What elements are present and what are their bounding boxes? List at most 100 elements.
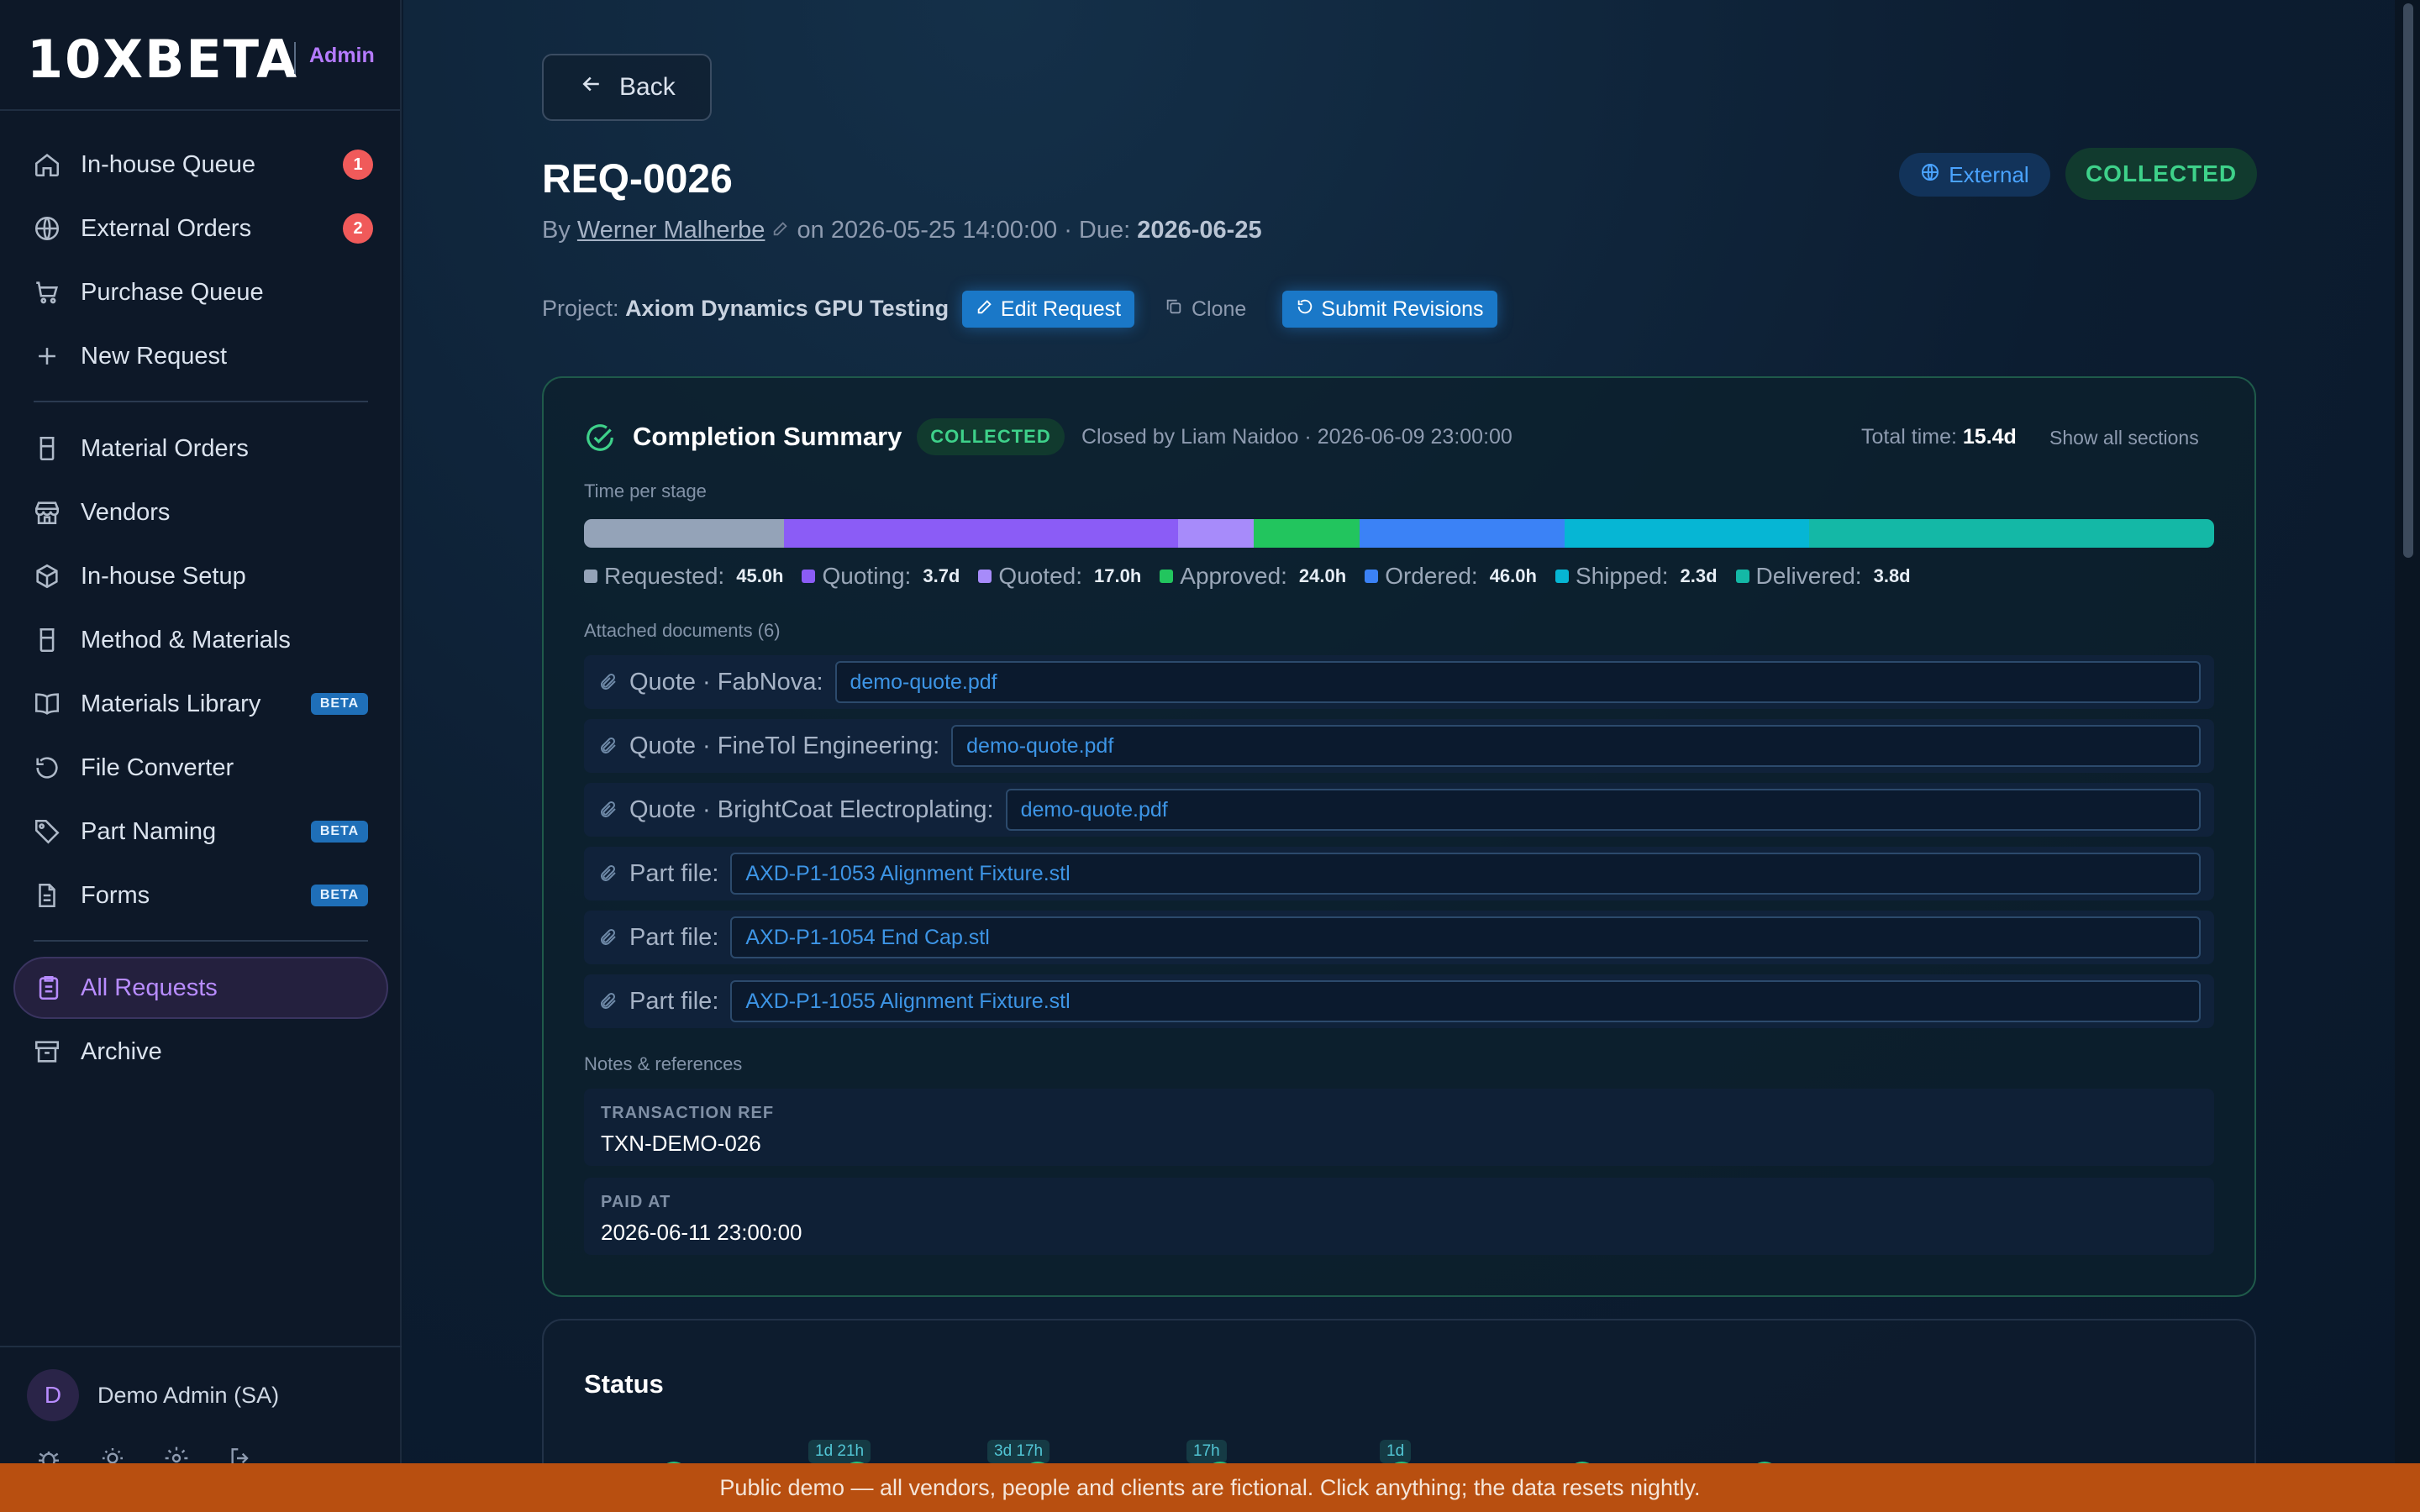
sidebar-item-label: Part Naming xyxy=(81,817,217,845)
status-badge: COLLECTED xyxy=(2065,148,2257,200)
status-card: Status 1d 21h 3d 17h 17h 1d xyxy=(542,1319,2256,1463)
copy-icon xyxy=(1165,297,1183,322)
plus-icon xyxy=(32,341,62,371)
edit-author-icon[interactable] xyxy=(771,217,790,244)
request-meta: By Werner Malherbe on 2026-05-25 14:00:0… xyxy=(542,217,1262,244)
document-link[interactable]: AXD-P1-1053 Alignment Fixture.stl xyxy=(730,853,2201,895)
back-button[interactable]: Back xyxy=(542,54,712,121)
stage-time-bar xyxy=(584,519,2214,548)
sidebar-item-label: New Request xyxy=(81,342,228,370)
stage-legend-item: Shipped: 2.3d xyxy=(1555,563,1718,590)
reference-key: TRANSACTION REF xyxy=(601,1104,775,1122)
clone-button[interactable]: Clone xyxy=(1165,291,1246,328)
submit-revisions-button[interactable]: Submit Revisions xyxy=(1282,291,1497,328)
refresh-icon xyxy=(32,753,62,783)
beta-badge: BETA xyxy=(311,693,368,715)
document-link[interactable]: demo-quote.pdf xyxy=(951,725,2201,767)
sidebar-item-material-orders[interactable]: Material Orders xyxy=(0,418,402,479)
scrollbar-thumb[interactable] xyxy=(2403,3,2413,558)
project-prefix: Project: xyxy=(542,296,619,321)
document-row: Part file: AXD-P1-1055 Alignment Fixture… xyxy=(584,974,2214,1028)
scrollbar[interactable] xyxy=(2395,0,2420,1463)
document-link[interactable]: AXD-P1-1055 Alignment Fixture.stl xyxy=(730,980,2201,1022)
sidebar-item-label: Purchase Queue xyxy=(81,278,264,306)
stage-segment xyxy=(1360,519,1565,548)
stage-legend-item: Requested: 45.0h xyxy=(584,563,783,590)
store-icon xyxy=(32,497,62,528)
home-icon xyxy=(32,150,62,180)
total-time-label: Total time: xyxy=(1861,425,1957,449)
cart-icon xyxy=(32,277,62,307)
stage-name: Quoting: xyxy=(822,563,912,589)
sidebar-item-part-naming[interactable]: Part Naming BETA xyxy=(0,801,402,862)
avatar[interactable]: D xyxy=(27,1369,79,1421)
sidebar-item-label: Materials Library xyxy=(81,690,261,717)
stage-name: Requested: xyxy=(604,563,725,589)
submit-revisions-label: Submit Revisions xyxy=(1321,297,1484,321)
clone-label: Clone xyxy=(1192,297,1247,321)
stage-name: Approved: xyxy=(1180,563,1287,589)
document-row: Part file: AXD-P1-1053 Alignment Fixture… xyxy=(584,847,2214,900)
sidebar-item-materials-library[interactable]: Materials Library BETA xyxy=(0,674,402,734)
stage-value: 3.8d xyxy=(1873,565,1911,586)
sidebar-item-method-materials[interactable]: Method & Materials xyxy=(0,610,402,670)
legend-swatch xyxy=(802,570,816,583)
sidebar-item-label: Material Orders xyxy=(81,434,249,462)
sidebar-item-inhouse-queue[interactable]: In-house Queue 1 xyxy=(0,134,402,195)
legend-swatch xyxy=(584,570,597,583)
document-label: Part file: xyxy=(629,987,719,1015)
globe-icon xyxy=(1920,162,1940,188)
stage-legend-item: Quoting: 3.7d xyxy=(802,563,960,590)
document-link[interactable]: demo-quote.pdf xyxy=(1005,789,2201,831)
paperclip-icon xyxy=(597,863,619,885)
document-row: Quote · FabNova: demo-quote.pdf xyxy=(584,655,2214,709)
paperclip-icon xyxy=(597,799,619,821)
sidebar-item-label: Method & Materials xyxy=(81,626,291,654)
demo-banner: Public demo — all vendors, people and cl… xyxy=(0,1463,2420,1512)
stage-value: 17.0h xyxy=(1094,565,1142,586)
sidebar-item-all-requests[interactable]: All Requests xyxy=(13,957,388,1019)
document-label: Part file: xyxy=(629,923,719,951)
attached-documents-label: Attached documents (6) xyxy=(584,620,781,641)
nav-divider xyxy=(34,401,368,402)
sidebar-item-file-converter[interactable]: File Converter xyxy=(0,738,402,798)
show-all-sections-link[interactable]: Show all sections xyxy=(2049,427,2199,449)
stage-segment xyxy=(1809,519,2214,548)
stage-legend-item: Approved: 24.0h xyxy=(1160,563,1346,590)
document-link[interactable]: AXD-P1-1054 End Cap.stl xyxy=(730,916,2201,958)
sidebar-item-new-request[interactable]: New Request xyxy=(0,326,402,386)
role-label: Admin xyxy=(309,44,375,67)
sidebar-item-vendors[interactable]: Vendors xyxy=(0,482,402,543)
completion-badge: COLLECTED xyxy=(917,418,1065,455)
sidebar-item-forms[interactable]: Forms BETA xyxy=(0,865,402,926)
sidebar-item-external-orders[interactable]: External Orders 2 xyxy=(0,198,402,259)
paperclip-icon xyxy=(597,671,619,693)
sidebar-item-inhouse-setup[interactable]: In-house Setup xyxy=(0,546,402,606)
pencil-icon xyxy=(976,297,994,322)
document-label: Quote · FabNova: xyxy=(629,668,823,696)
document-link[interactable]: demo-quote.pdf xyxy=(834,661,2201,703)
document-label: Part file: xyxy=(629,859,719,887)
paperclip-icon xyxy=(597,990,619,1012)
created-due-text: on 2026-05-25 14:00:00 · Due: xyxy=(797,217,1131,244)
author-link[interactable]: Werner Malherbe xyxy=(577,217,765,244)
legend-swatch xyxy=(1365,570,1379,583)
stage-legend-item: Quoted: 17.0h xyxy=(978,563,1141,590)
due-date: 2026-06-25 xyxy=(1137,217,1262,244)
time-per-stage-label: Time per stage xyxy=(584,480,707,501)
stage-legend-item: Ordered: 46.0h xyxy=(1365,563,1537,590)
check-circle-icon xyxy=(584,422,616,458)
edit-request-button[interactable]: Edit Request xyxy=(962,291,1134,328)
reference-key: PAID AT xyxy=(601,1193,671,1211)
brand-logo[interactable]: 10XBETA xyxy=(27,29,298,90)
main-content: Back REQ-0026 By Werner Malherbe on 2026… xyxy=(403,0,2395,1463)
nav-divider xyxy=(34,940,368,942)
refresh-icon xyxy=(1296,297,1314,322)
sidebar-item-purchase-queue[interactable]: Purchase Queue xyxy=(0,262,402,323)
beta-badge: BETA xyxy=(311,821,368,843)
stage-segment xyxy=(1177,519,1254,548)
user-name[interactable]: Demo Admin (SA) xyxy=(97,1383,279,1409)
sidebar-item-label: External Orders xyxy=(81,214,252,242)
sidebar-item-archive[interactable]: Archive xyxy=(0,1021,402,1082)
legend-swatch xyxy=(1735,570,1749,583)
